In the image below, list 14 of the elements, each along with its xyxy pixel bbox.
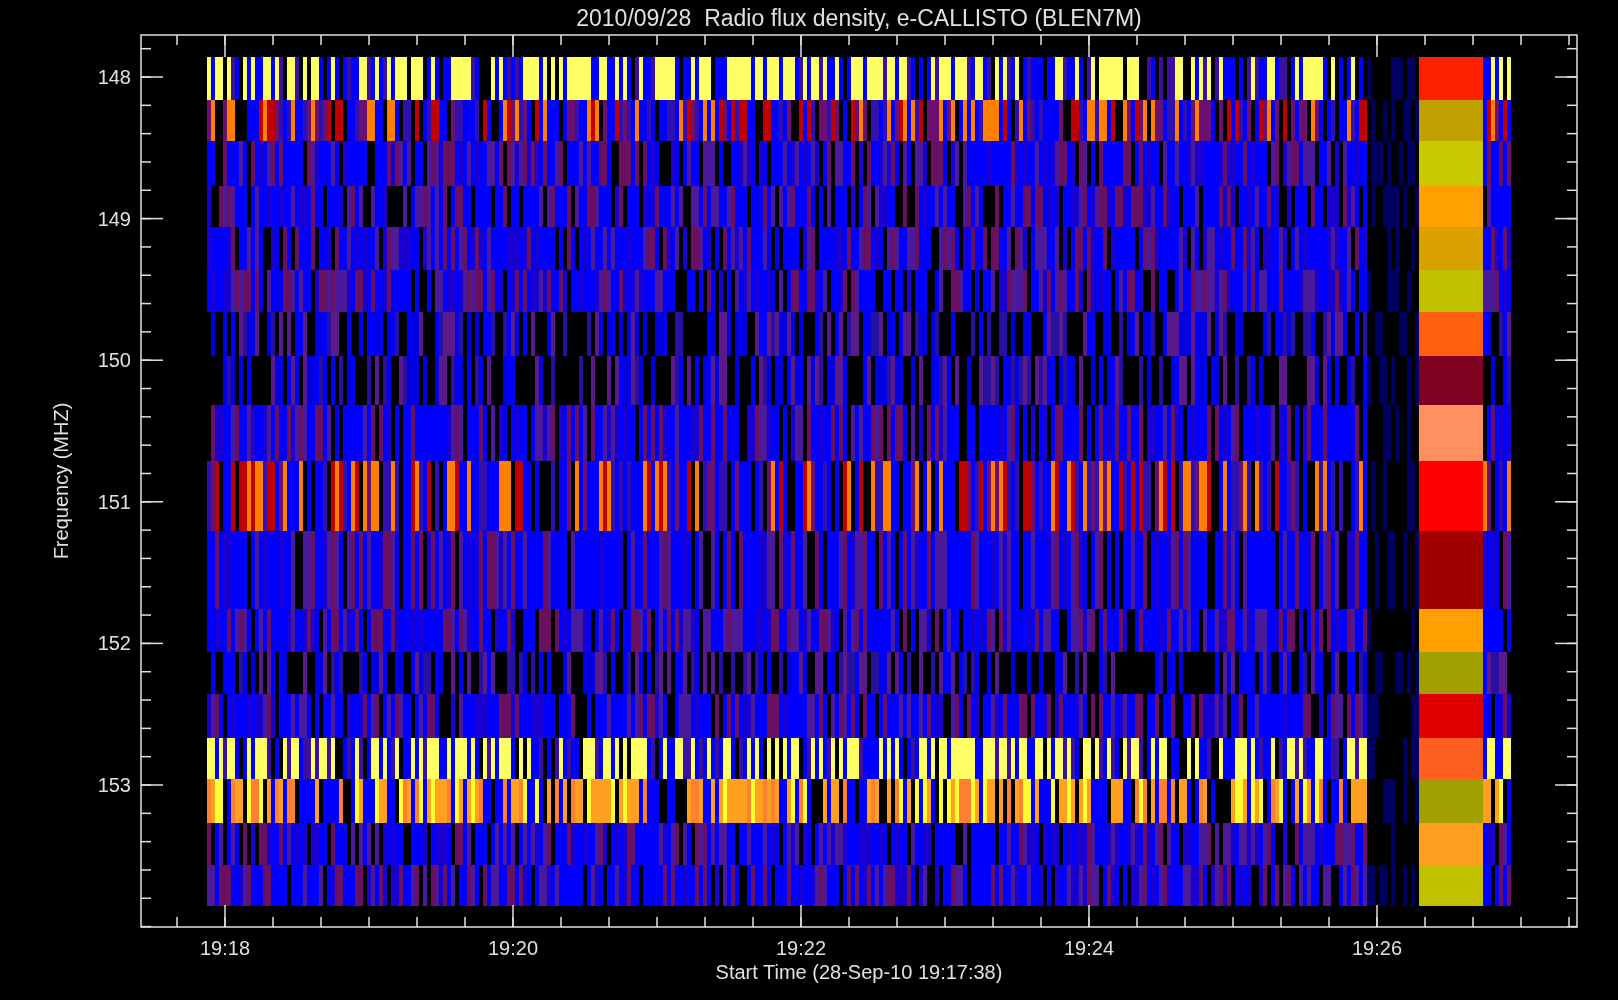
x-axis-title: Start Time (28-Sep-10 19:17:38) [715,961,1003,983]
y-axis-title: Frequency (MHZ) [50,402,72,560]
y-tick-label: 153 [97,774,131,796]
x-tick-label: 19:20 [487,937,539,959]
x-tick-label: 19:22 [775,937,827,959]
y-tick-label: 152 [97,632,131,655]
y-tick-label: 150 [97,349,131,372]
x-tick-label: 19:24 [1063,937,1115,959]
chart-title: 2010/09/28 Radio flux density, e-CALLISTO (BLEN7M) [576,5,1142,31]
y-tick-label: 148 [97,66,131,88]
x-tick-label: 19:18 [199,937,251,959]
y-tick-label: 149 [97,207,131,230]
y-tick-label: 151 [97,490,131,513]
x-tick-label: 19:26 [1351,937,1403,959]
